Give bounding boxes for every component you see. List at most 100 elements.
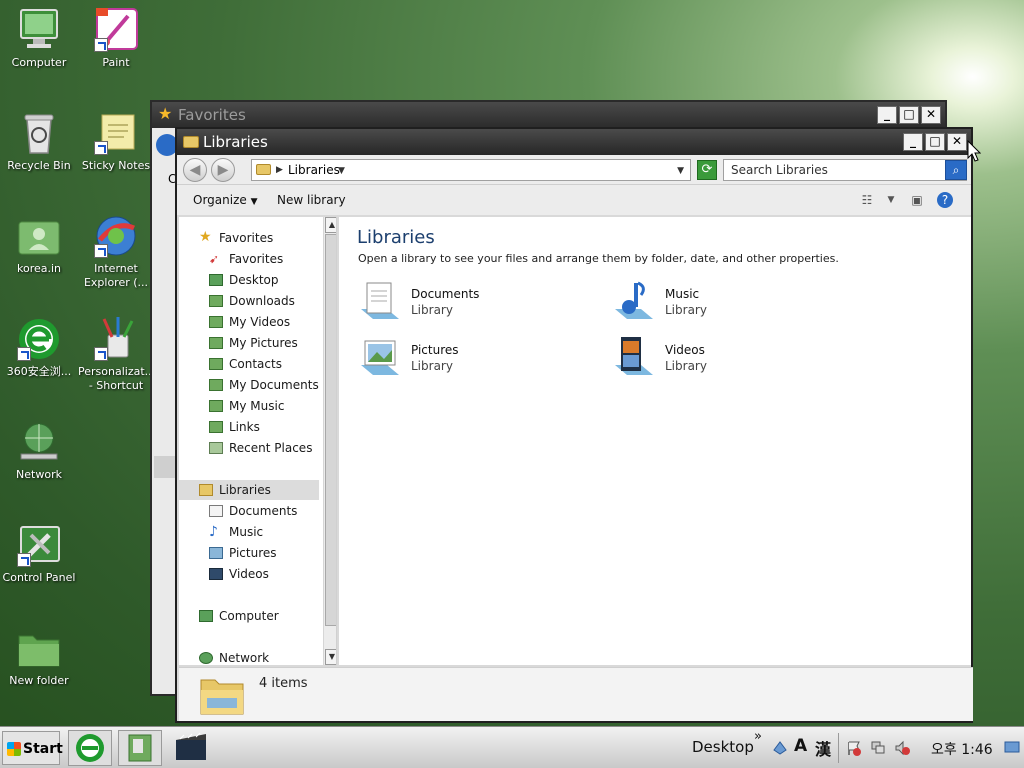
desktop-icon-computer[interactable]: Computer (1, 8, 77, 70)
scroll-up-button[interactable]: ▲ (325, 217, 336, 233)
control-panel-icon (17, 523, 61, 567)
forward-button[interactable]: ▶ (211, 158, 235, 182)
desktop-icon-new-folder[interactable]: New folder (1, 626, 77, 688)
music-icon: ♪ (209, 524, 218, 540)
ime-mode-hanja[interactable]: 漢 (815, 736, 831, 760)
star-icon: ★ (158, 104, 173, 123)
nav-scrollbar[interactable]: ▲ ▼ (323, 217, 336, 665)
help-icon[interactable]: ? (937, 192, 953, 208)
folder-icon (209, 400, 223, 412)
chevron-down-icon[interactable]: ▼ (338, 161, 345, 181)
breadcrumb-arrow-icon[interactable]: ▶ (276, 160, 283, 180)
library-documents[interactable]: Documents Library (357, 279, 577, 329)
desktop-icon-label: Internet Explorer (... (83, 262, 149, 289)
nav-network[interactable]: Network (179, 648, 319, 665)
back-button[interactable]: ◀ (183, 158, 207, 182)
nav-my-pictures[interactable]: My Pictures (179, 333, 319, 353)
scroll-down-button[interactable]: ▼ (325, 649, 336, 665)
library-music[interactable]: Music Library (611, 279, 831, 329)
desktop-icon-label: Sticky Notes (81, 159, 151, 172)
desktop-icon-control-panel[interactable]: Control Panel (1, 523, 77, 585)
nav-lib-documents[interactable]: Documents (179, 501, 319, 521)
new-library-button[interactable]: New library (277, 185, 346, 215)
nav-desktop[interactable]: Desktop (179, 270, 319, 290)
libraries-titlebar[interactable]: Libraries _ □ ✕ (177, 129, 971, 155)
desktop-icon-internet-explorer[interactable]: Internet Explorer (... (78, 214, 154, 290)
nav-label: Contacts (229, 357, 282, 371)
desktop-icon-personalization[interactable]: Personalizat... - Shortcut (78, 317, 156, 393)
nav-favorites[interactable]: ➹ Favorites (179, 249, 319, 269)
libraries-window[interactable]: Libraries _ □ ✕ ◀ ▶ ▶ Libraries ▼ ▼ ⟳ Se… (175, 127, 973, 723)
taskbar-explorer[interactable] (118, 730, 162, 766)
nav-contacts[interactable]: Contacts (179, 354, 319, 374)
nav-lib-music[interactable]: ♪ Music (179, 522, 319, 542)
desktop-icon-paint[interactable]: Paint (78, 8, 154, 70)
nav-label: Libraries (219, 483, 271, 497)
nav-downloads[interactable]: Downloads (179, 291, 319, 311)
desktop-icon-korea-in[interactable]: korea.in (1, 214, 77, 276)
documents-icon (209, 505, 223, 517)
nav-recent-places[interactable]: Recent Places (179, 438, 319, 458)
desktop-toolbar-label[interactable]: Desktop (692, 738, 754, 756)
clock[interactable]: 오후 1:46 (931, 739, 993, 759)
close-button[interactable]: ✕ (921, 106, 941, 124)
shortcut-arrow-icon (17, 553, 31, 567)
network-status-icon[interactable] (870, 740, 886, 756)
toolbar-chevron[interactable]: » (754, 729, 762, 744)
nav-my-music[interactable]: My Music (179, 396, 319, 416)
nav-my-videos[interactable]: My Videos (179, 312, 319, 332)
folder-icon (209, 316, 223, 328)
view-dropdown-icon[interactable]: ▼ (883, 192, 899, 208)
minimize-button[interactable]: _ (903, 133, 923, 151)
desktop-icon-label: Paint (102, 56, 130, 69)
library-type: Library (665, 303, 707, 317)
desktop-icon-label: Personalizat... - Shortcut (78, 365, 156, 392)
refresh-button[interactable]: ⟳ (697, 160, 717, 180)
taskbar-media[interactable] (170, 730, 214, 766)
nav-my-documents[interactable]: My Documents (179, 375, 319, 395)
start-button[interactable]: Start (2, 731, 63, 765)
nav-label: Links (229, 420, 260, 434)
nav-favorites-header[interactable]: ★ Favorites (179, 228, 319, 248)
network-icon (199, 652, 213, 664)
search-icon[interactable]: ⌕ (945, 160, 967, 180)
address-bar[interactable]: ▶ Libraries ▼ ▼ (251, 159, 691, 181)
links-icon (209, 421, 223, 433)
preview-pane-icon[interactable]: ▣ (909, 192, 925, 208)
organize-button[interactable]: Organize ▼ (193, 185, 258, 217)
library-pictures[interactable]: Pictures Library (357, 335, 577, 385)
nav-lib-videos[interactable]: Videos (179, 564, 319, 584)
nav-libraries-header[interactable]: Libraries (179, 480, 319, 500)
content-description: Open a library to see your files and arr… (358, 252, 839, 265)
action-center-flag-icon[interactable] (846, 740, 862, 756)
breadcrumb-libraries[interactable]: Libraries (288, 160, 340, 180)
shortcut-arrow-icon (17, 347, 31, 361)
nav-links[interactable]: Links (179, 417, 319, 437)
volume-muted-icon[interactable] (894, 740, 910, 756)
address-history-dropdown-icon[interactable]: ▼ (677, 161, 684, 181)
computer-icon (17, 8, 61, 52)
desktop-icon-360[interactable]: 360安全浏... (1, 317, 77, 379)
library-videos[interactable]: Videos Library (611, 335, 831, 385)
minimize-button[interactable]: _ (877, 106, 897, 124)
maximize-button[interactable]: □ (899, 106, 919, 124)
nav-lib-pictures[interactable]: Pictures (179, 543, 319, 563)
taskbar-360-browser[interactable] (68, 730, 112, 766)
nav-computer[interactable]: Computer (179, 606, 319, 626)
scroll-thumb[interactable] (325, 234, 336, 626)
view-options-icon[interactable]: ☷ (859, 192, 875, 208)
ime-mode-a[interactable]: A (794, 736, 807, 756)
desktop-icon-recycle-bin[interactable]: Recycle Bin (1, 111, 77, 173)
nav-label: Downloads (229, 294, 295, 308)
show-desktop-icon[interactable] (1004, 739, 1020, 755)
desktop-icon-sticky-notes[interactable]: Sticky Notes (78, 111, 154, 173)
favorites-titlebar[interactable]: ★ Favorites _ □ ✕ (152, 102, 945, 128)
desktop-icon-network[interactable]: Network (1, 420, 77, 482)
library-name: Videos (665, 343, 705, 357)
search-input[interactable]: Search Libraries (723, 159, 967, 181)
close-button[interactable]: ✕ (947, 133, 967, 151)
language-bar-icon[interactable] (772, 740, 788, 756)
maximize-button[interactable]: □ (925, 133, 945, 151)
favorites-icon: ➹ (209, 252, 220, 266)
nav-label: My Music (229, 399, 285, 413)
